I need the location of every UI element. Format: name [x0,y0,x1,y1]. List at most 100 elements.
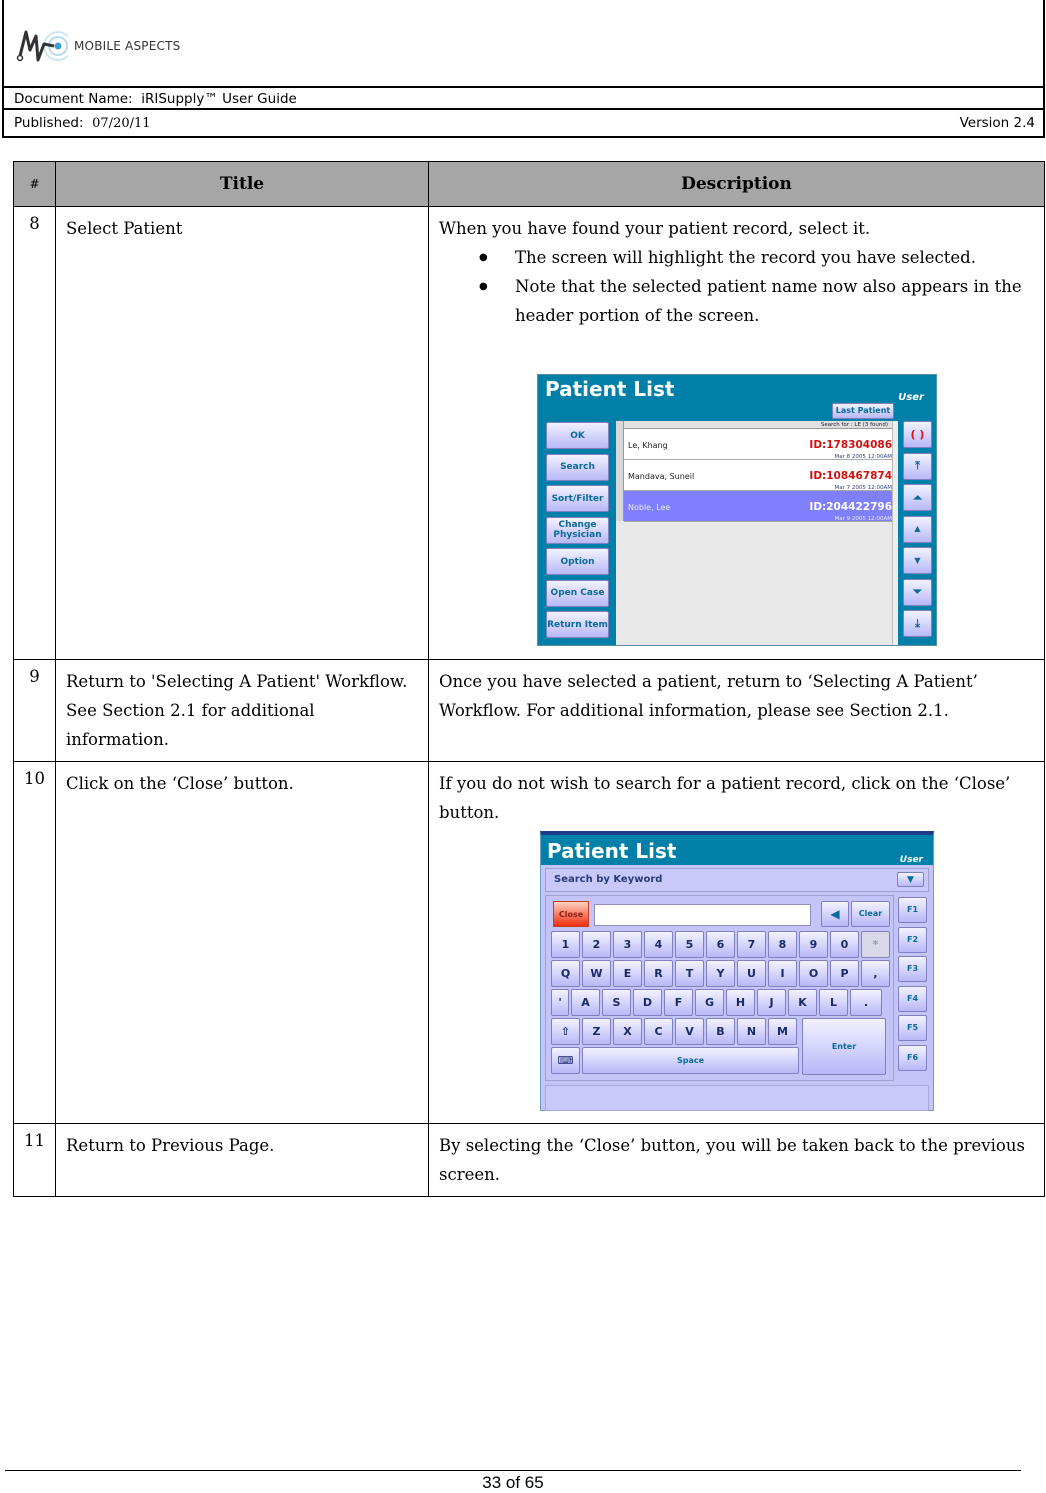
f4-key[interactable]: F4 [898,985,927,1012]
key[interactable]: 3 [613,931,642,958]
key[interactable]: P [830,960,859,987]
key[interactable]: F [664,989,693,1016]
key[interactable]: ' [551,989,569,1016]
key[interactable]: 2 [582,931,611,958]
key[interactable]: . [850,989,882,1016]
document-name-row: Document Name: iRISupply™ User Guide [4,86,1043,110]
key[interactable]: 4 [644,931,673,958]
description-text: If you do not wish to search for a patie… [439,774,1011,822]
key[interactable]: M [768,1018,797,1045]
f1-key[interactable]: F1 [898,897,927,923]
search-summary: Search for : LE (3 found) [616,421,898,429]
key[interactable]: J [757,989,786,1016]
chevron-down-icon: ▼ [907,874,914,885]
ok-button[interactable]: OK [546,422,609,449]
last-patient-button[interactable]: Last Patient [832,403,894,419]
key[interactable]: 0 [830,931,859,958]
f6-key[interactable]: F6 [898,1044,927,1071]
enter-key[interactable]: Enter [802,1018,886,1075]
up-button[interactable]: ▲ [903,515,932,543]
key[interactable]: A [571,989,600,1016]
patient-list-screenshot: Patient List User Last Patient OK Search… [537,374,937,646]
clear-button[interactable]: Clear [851,901,890,927]
key[interactable]: U [737,960,766,987]
patient-row[interactable]: Le, Khang ID:178304086 Mar 8 2005 12:00A… [624,429,898,468]
key[interactable]: B [706,1018,735,1045]
bullet-item: The screen will highlight the record you… [479,243,1034,272]
key[interactable]: H [726,989,755,1016]
patient-row[interactable]: Mandava, Suneil ID:108467874 Mar 7 2005 … [624,460,898,499]
page-up-button[interactable]: ⏶ [903,484,932,511]
version-label: Version 2.4 [959,115,1035,131]
key[interactable]: 8 [768,931,797,958]
key[interactable]: N [737,1018,766,1045]
steps-table: # Title Description 8 Select Patient Whe… [13,161,1045,1197]
close-button[interactable]: Close [553,901,589,927]
key[interactable]: G [695,989,724,1016]
scroll-bottom-button[interactable]: ⤓ [903,610,932,637]
page-down-button[interactable]: ⏷ [903,578,932,606]
step-number: 8 [13,206,56,660]
key[interactable]: , [861,960,890,987]
key[interactable]: W [582,960,611,987]
key[interactable]: R [644,960,673,987]
keyboard-toggle-key[interactable]: ⌨ [551,1047,580,1074]
page-up-icon: ⏶ [913,490,922,504]
key[interactable]: T [675,960,704,987]
key[interactable]: 1 [551,931,580,958]
f2-key[interactable]: F2 [898,926,927,953]
search-input[interactable] [594,904,811,926]
dropdown-button[interactable]: ▼ [897,872,924,887]
table-row: 8 Select Patient When you have found you… [13,206,1045,660]
search-button[interactable]: Search [546,453,609,481]
key[interactable]: L [819,989,848,1016]
keyboard-row-space: ⌨ Space [551,1047,801,1074]
key[interactable]: V [675,1018,704,1045]
space-key[interactable]: Space [582,1047,799,1074]
f5-key[interactable]: F5 [898,1015,927,1041]
key[interactable]: 6 [706,931,735,958]
return-item-button[interactable]: Return Item [546,611,609,638]
key[interactable]: X [613,1018,642,1045]
patient-physician: N, A [880,524,892,530]
key[interactable]: 5 [675,931,704,958]
open-case-button[interactable]: Open Case [546,579,609,607]
screen-title: Patient List [547,839,677,863]
up-icon: ▲ [914,524,921,533]
key[interactable]: D [633,989,662,1016]
key[interactable]: I [768,960,797,987]
f3-key[interactable]: F3 [898,956,927,982]
scroll-top-icon: ⤒ [915,459,920,472]
step-title: Return to Previous Page. [55,1123,429,1197]
backspace-button[interactable]: ◀ [821,901,849,927]
key[interactable]: S [602,989,631,1016]
sort-filter-button[interactable]: Sort/Filter [546,485,609,512]
key[interactable]: Z [582,1018,611,1045]
function-key-panel: F1 F2 F3 F4 F5 F6 [896,895,929,1081]
key[interactable]: 9 [799,931,828,958]
user-label: User [898,392,924,403]
key[interactable]: K [788,989,817,1016]
mobile-aspects-logo-icon [16,30,68,62]
key[interactable]: O [799,960,828,987]
keyboard-row-zxcv: ⇧ Z X C V B N M [551,1018,799,1045]
step-number: 11 [13,1123,56,1197]
refresh-button[interactable]: ( ) [903,421,932,448]
shift-key[interactable]: ⇧ [551,1018,580,1045]
option-button[interactable]: Option [546,548,609,575]
key[interactable]: E [613,960,642,987]
change-physician-button[interactable]: Change Physician [546,516,609,544]
scroll-top-button[interactable]: ⤒ [903,452,932,480]
keyboard-row-asdf: ' A S D F G H J K L . [551,989,884,1016]
key[interactable]: C [644,1018,673,1045]
keyboard-row-numbers: 1 2 3 4 5 6 7 8 9 0 * [551,931,892,958]
table-row: 11 Return to Previous Page. By selecting… [13,1123,1045,1197]
patient-list: Search for : LE (3 found) Le, Khang ID:1… [616,421,898,645]
key[interactable]: 7 [737,931,766,958]
patient-row-selected[interactable]: Noble, Lee ID:204422796 Mar 9 2005 12:00… [624,491,898,530]
key[interactable]: Q [551,960,580,987]
search-mode-dropdown[interactable]: Search by Keyword ▼ [545,868,929,892]
down-button[interactable]: ▼ [903,547,932,574]
list-scrollbar[interactable] [892,421,898,645]
key[interactable]: Y [706,960,735,987]
